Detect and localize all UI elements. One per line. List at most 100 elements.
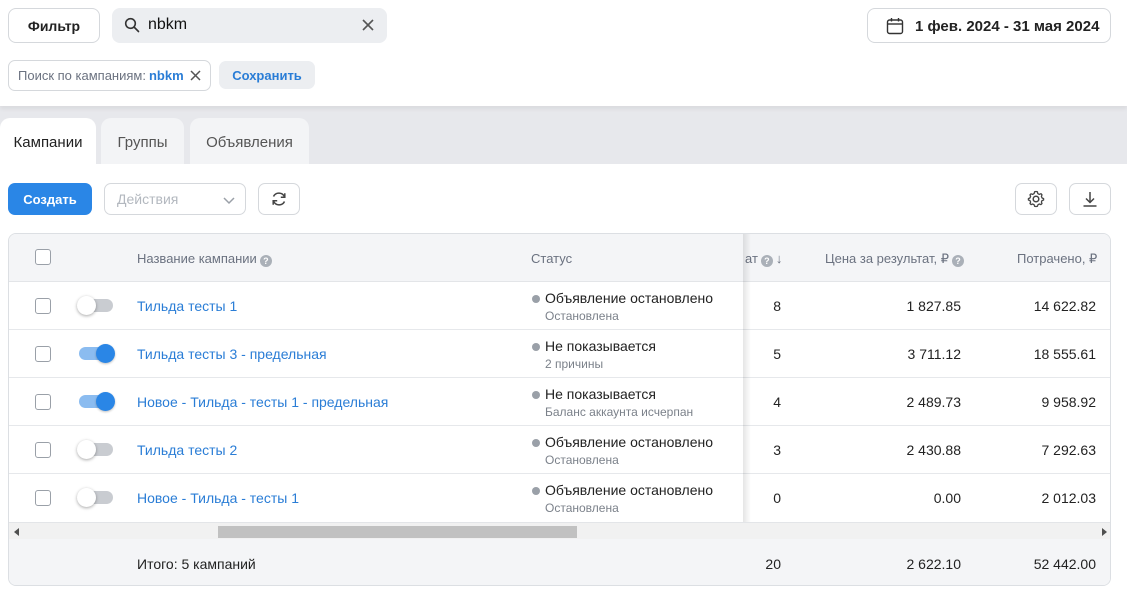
status-dot <box>532 487 540 495</box>
table-header: Название кампании? Статус ат? ↓ Цена за р… <box>9 234 1110 282</box>
campaign-name-link[interactable]: Тильда тесты 2 <box>137 442 237 458</box>
total-cost-per-result: 2 622.10 <box>906 556 962 572</box>
search-input[interactable] <box>148 15 348 35</box>
cost-per-result-cell: 1 827.85 <box>906 298 962 314</box>
filter-chip-label: Поиск по кампаниям: <box>18 68 146 83</box>
status-dot <box>532 295 540 303</box>
campaign-toggle[interactable] <box>79 392 115 411</box>
total-results: 20 <box>765 556 781 572</box>
gear-icon <box>1027 190 1045 208</box>
spent-cell: 9 958.92 <box>1041 394 1097 410</box>
campaign-name-link[interactable]: Тильда тесты 3 - предельная <box>137 346 327 362</box>
download-icon <box>1083 192 1097 207</box>
download-button[interactable] <box>1069 183 1111 215</box>
cost-per-result-cell: 2 489.73 <box>906 394 962 410</box>
chevron-down-icon <box>223 197 235 205</box>
scroll-left-arrow-icon[interactable] <box>14 528 19 536</box>
total-label: Итого: 5 кампаний <box>137 556 256 572</box>
status-detail: Баланс аккаунта исчерпан <box>545 405 694 419</box>
campaign-name-link[interactable]: Новое - Тильда - тесты 1 <box>137 490 299 506</box>
results-cell: 0 <box>773 490 781 506</box>
status-text: Не показывается <box>545 338 656 354</box>
table-row: Тильда тесты 1 Объявление остановлено Ос… <box>9 282 1110 330</box>
status-text: Не показывается <box>545 386 656 402</box>
cost-per-result-cell: 2 430.88 <box>906 442 962 458</box>
status-dot <box>532 439 540 447</box>
refresh-button[interactable] <box>258 183 300 215</box>
horizontal-scrollbar[interactable] <box>9 522 1110 539</box>
clear-search-icon[interactable] <box>360 17 376 33</box>
toggle-knob <box>77 296 96 315</box>
results-cell: 3 <box>773 442 781 458</box>
frozen-column-shadow <box>743 234 751 523</box>
campaign-toggle[interactable] <box>77 296 113 315</box>
column-header-status[interactable]: Статус <box>531 251 572 266</box>
campaign-toggle[interactable] <box>79 344 115 363</box>
status-text: Объявление остановлено <box>545 482 714 498</box>
toggle-knob <box>96 392 115 411</box>
select-all-checkbox[interactable] <box>35 249 51 265</box>
table-row: Новое - Тильда - тесты 1 - предельная Не… <box>9 378 1110 426</box>
remove-filter-icon[interactable] <box>189 69 202 82</box>
column-header-cost-label: Цена за результат, ₽ <box>825 251 949 266</box>
cost-per-result-cell: 0.00 <box>933 490 961 506</box>
date-range-picker[interactable]: 1 фев. 2024 - 31 мая 2024 <box>867 8 1111 43</box>
calendar-icon <box>886 18 904 35</box>
status-detail: Остановлена <box>545 453 619 467</box>
status-dot <box>532 343 540 351</box>
cost-per-result-cell: 3 711.12 <box>907 346 961 362</box>
row-checkbox[interactable] <box>35 490 51 506</box>
results-cell: 5 <box>773 346 781 362</box>
scrollbar-thumb[interactable] <box>218 526 577 538</box>
refresh-icon <box>272 192 286 206</box>
table-footer: Итого: 5 кампаний 20 2 622.10 52 442.00 <box>9 539 1110 585</box>
actions-select-placeholder: Действия <box>117 191 179 207</box>
toggle-knob <box>77 440 96 459</box>
spent-cell: 14 622.82 <box>1033 298 1096 314</box>
column-header-name-label: Название кампании <box>137 251 257 266</box>
status-dot <box>532 391 540 399</box>
date-range-label: 1 фев. 2024 - 31 мая 2024 <box>915 18 1100 35</box>
table-row: Тильда тесты 2 Объявление остановлено Ос… <box>9 426 1110 474</box>
campaign-toggle[interactable] <box>77 488 113 507</box>
top-filter-bar: Фильтр 1 фев. 2024 - 31 мая 2024 Поиск п… <box>0 0 1127 106</box>
actions-select[interactable]: Действия <box>104 183 246 215</box>
create-button[interactable]: Создать <box>8 183 92 215</box>
tab-campaigns[interactable]: Кампании <box>0 118 96 166</box>
tab-groups[interactable]: Группы <box>101 118 184 166</box>
campaigns-table: Название кампании? Статус ат? ↓ Цена за р… <box>8 233 1111 586</box>
campaign-name-link[interactable]: Тильда тесты 1 <box>137 298 237 314</box>
search-field[interactable] <box>112 8 387 43</box>
settings-button[interactable] <box>1015 183 1057 215</box>
results-cell: 4 <box>773 394 781 410</box>
filter-button[interactable]: Фильтр <box>8 8 100 43</box>
spent-cell: 18 555.61 <box>1033 346 1096 362</box>
scroll-right-arrow-icon[interactable] <box>1102 528 1107 536</box>
spent-cell: 7 292.63 <box>1041 442 1097 458</box>
column-header-cost-per-result[interactable]: Цена за результат, ₽? <box>825 251 964 267</box>
results-cell: 8 <box>773 298 781 314</box>
table-row: Тильда тесты 3 - предельная Не показывае… <box>9 330 1110 378</box>
status-detail: Остановлена <box>545 309 619 323</box>
spent-cell: 2 012.03 <box>1041 490 1097 506</box>
help-icon[interactable]: ? <box>760 255 773 267</box>
row-checkbox[interactable] <box>35 298 51 314</box>
active-filter-chip: Поиск по кампаниям: nbkm <box>8 60 211 91</box>
filter-chip-value: nbkm <box>148 68 184 83</box>
row-checkbox[interactable] <box>35 394 51 410</box>
help-icon[interactable]: ? <box>951 255 964 267</box>
status-detail: Остановлена <box>545 501 619 515</box>
table-row: Новое - Тильда - тесты 1 Объявление оста… <box>9 474 1110 522</box>
row-checkbox[interactable] <box>35 442 51 458</box>
save-filter-button[interactable]: Сохранить <box>219 61 315 89</box>
help-icon[interactable]: ? <box>259 255 272 267</box>
campaign-name-link[interactable]: Новое - Тильда - тесты 1 - предельная <box>137 394 388 410</box>
toggle-knob <box>77 488 96 507</box>
campaign-toggle[interactable] <box>77 440 113 459</box>
status-detail[interactable]: 2 причины <box>545 357 603 371</box>
column-header-spent[interactable]: Потрачено, ₽ <box>1017 251 1097 267</box>
tab-ads[interactable]: Объявления <box>190 118 309 166</box>
row-checkbox[interactable] <box>35 346 51 362</box>
column-header-name[interactable]: Название кампании? <box>137 251 272 267</box>
total-spent: 52 442.00 <box>1033 556 1096 572</box>
